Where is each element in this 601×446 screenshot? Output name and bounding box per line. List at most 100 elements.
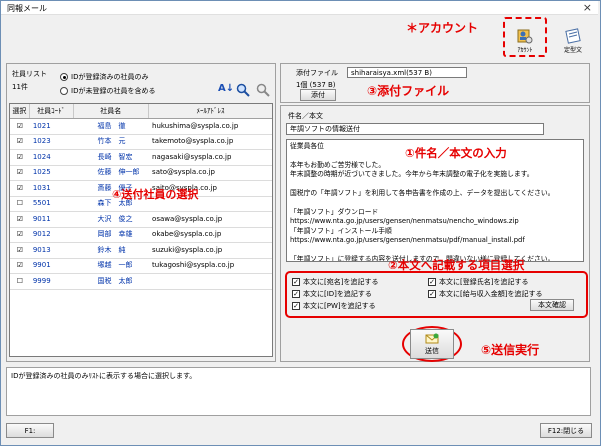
send-label: 送信	[425, 346, 439, 355]
row-name: 佐藤 伸一郎	[97, 168, 140, 177]
row-checkbox[interactable]: ☑	[10, 119, 30, 134]
send-icon	[425, 333, 439, 343]
annotation-account: ＊アカウント	[406, 21, 479, 35]
row-checkbox[interactable]: ☑	[10, 134, 30, 149]
row-code: 9013	[32, 245, 51, 254]
col-name: 社員名	[74, 104, 149, 118]
row-checkbox[interactable]: ☐	[10, 196, 30, 211]
row-mail: nagasaki@syspla.co.jp	[152, 152, 232, 161]
opt-salary[interactable]: ✓ 本文に[給与収入金額]を追記する	[428, 289, 542, 299]
row-mail: suzuki@syspla.co.jp	[152, 245, 223, 254]
checkbox-icon: ✓	[428, 278, 436, 286]
row-code: 9901	[32, 261, 51, 270]
row-code: 5501	[32, 199, 51, 208]
row-name: 鈴木 純	[97, 245, 126, 254]
table-row[interactable]: ☑ 9011 大沢 俊之 osawa@syspla.co.jp	[10, 212, 272, 228]
annotation-recipients: ④送付社員の選択	[112, 188, 199, 201]
checkbox-icon: ✓	[292, 302, 300, 310]
opt1-label: 本文に[宛名]を追記する	[303, 278, 379, 286]
f1-button[interactable]: F1:	[6, 423, 54, 438]
opt-address[interactable]: ✓ 本文に[宛名]を追記する	[292, 277, 378, 287]
table-row[interactable]: ☑ 1024 長崎 智宏 nagasaki@syspla.co.jp	[10, 150, 272, 166]
opt2-label: 本文に[登録氏名]を追記する	[439, 278, 529, 286]
table-row[interactable]: ☑ 9012 岡部 幸雄 okabe@syspla.co.jp	[10, 227, 272, 243]
employee-table: 選択 社員ｺｰﾄﾞ 社員名 ﾒｰﾙｱﾄﾞﾚｽ ☑ 1021 福島 徹 hukushim…	[9, 103, 273, 357]
row-mail: sato@syspla.co.jp	[152, 168, 215, 177]
attachment-file[interactable]: shiharaisya.xml(537 B)	[347, 67, 467, 78]
row-checkbox[interactable]: ☑	[10, 227, 30, 242]
row-checkbox[interactable]: ☑	[10, 212, 30, 227]
subject-label: 件名／本文	[288, 112, 323, 120]
employee-count: 11件	[12, 83, 28, 91]
row-code: 1031	[32, 183, 51, 192]
window-title: 同報メール	[7, 4, 47, 13]
row-name: 岡部 幸雄	[97, 230, 133, 239]
table-row[interactable]: ☑ 1023 竹本 元 takemoto@syspla.co.jp	[10, 134, 272, 150]
opt-pw[interactable]: ✓ 本文に[PW]を追記する	[292, 301, 376, 311]
table-row[interactable]: ☑ 1025 佐藤 伸一郎 sato@syspla.co.jp	[10, 165, 272, 181]
close-icon[interactable]: ×	[583, 1, 592, 14]
template-label: 定型文	[563, 47, 582, 54]
col-mail: ﾒｰﾙｱﾄﾞﾚｽ	[196, 107, 225, 115]
row-name: 長崎 智宏	[97, 152, 133, 161]
row-checkbox[interactable]: ☐	[10, 274, 30, 289]
annotation-attach: ③添付ファイル	[367, 84, 450, 98]
col-select: 選択	[10, 104, 30, 118]
row-checkbox[interactable]: ☑	[10, 181, 30, 196]
confirm-body-button[interactable]: 本文確認	[530, 299, 574, 311]
checkbox-icon: ✓	[428, 290, 436, 298]
radio-registered-only[interactable]: IDが登録済みの社員のみ	[60, 72, 148, 82]
row-code: 1024	[32, 152, 51, 161]
radio-on-icon	[60, 73, 68, 81]
opt5-label: 本文に[PW]を追記する	[303, 302, 376, 310]
row-mail: tukagoshi@syspla.co.jp	[152, 261, 235, 270]
row-code: 9999	[32, 276, 51, 285]
row-mail: hukushima@syspla.co.jp	[152, 121, 239, 130]
title-bar: 同報メール ×	[1, 1, 598, 15]
subject-input[interactable]: 年調ソフトの情報送付	[286, 123, 544, 135]
table-row[interactable]: ☑ 9013 鈴木 純 suzuki@syspla.co.jp	[10, 243, 272, 259]
annotation-send: ⑤送信実行	[481, 343, 540, 357]
radio2-label: IDが未登録の社員を含める	[71, 87, 156, 95]
account-icon	[517, 29, 533, 44]
radio1-label: IDが登録済みの社員のみ	[71, 73, 149, 81]
template-icon	[565, 28, 581, 44]
opt-registered-name[interactable]: ✓ 本文に[登録氏名]を追記する	[428, 277, 528, 287]
row-checkbox[interactable]: ☑	[10, 258, 30, 273]
row-code: 1025	[32, 168, 51, 177]
row-checkbox[interactable]: ☑	[10, 243, 30, 258]
row-name: 大沢 俊之	[97, 214, 133, 223]
search-icon[interactable]	[236, 83, 250, 99]
row-mail: osawa@syspla.co.jp	[152, 214, 223, 223]
row-code: 1023	[32, 137, 51, 146]
opt4-label: 本文に[給与収入金額]を追記する	[439, 290, 543, 298]
radio-off-icon	[60, 87, 68, 95]
checkbox-icon: ✓	[292, 290, 300, 298]
row-name: 福島 徹	[97, 121, 126, 130]
table-row[interactable]: ☑ 1021 福島 徹 hukushima@syspla.co.jp	[10, 119, 272, 135]
opt3-label: 本文に[ID]を追記する	[303, 290, 372, 298]
table-row[interactable]: ☐ 9999 国税 太郎	[10, 274, 272, 290]
row-code: 9012	[32, 230, 51, 239]
close-button[interactable]: F12:閉じる	[540, 423, 592, 438]
sort-az-icon[interactable]: A↓	[218, 83, 234, 94]
row-checkbox[interactable]: ☑	[10, 165, 30, 180]
search-clear-icon[interactable]	[256, 83, 270, 99]
attach-button[interactable]: 添付	[300, 89, 336, 101]
table-row[interactable]: ☑ 9901 塚越 一郎 tukagoshi@syspla.co.jp	[10, 258, 272, 274]
table-header: 選択 社員ｺｰﾄﾞ 社員名 ﾒｰﾙｱﾄﾞﾚｽ	[10, 104, 272, 119]
checkbox-icon: ✓	[292, 278, 300, 286]
template-button[interactable]: 定型文	[554, 20, 592, 54]
send-button[interactable]: 送信	[410, 329, 454, 359]
row-code: 1021	[32, 121, 51, 130]
employee-list-label: 社員リスト	[12, 70, 47, 78]
account-button[interactable]: ｱｶｳﾝﾄ	[506, 20, 544, 54]
radio-include-unregistered[interactable]: IDが未登録の社員を含める	[60, 86, 155, 96]
row-checkbox[interactable]: ☑	[10, 150, 30, 165]
col-code: 社員ｺｰﾄﾞ	[30, 104, 74, 118]
row-mail: okabe@syspla.co.jp	[152, 230, 222, 239]
attachment-label: 添付ファイル	[296, 69, 338, 77]
row-name: 竹本 元	[97, 137, 126, 146]
opt-id[interactable]: ✓ 本文に[ID]を追記する	[292, 289, 372, 299]
row-code: 9011	[32, 214, 51, 223]
